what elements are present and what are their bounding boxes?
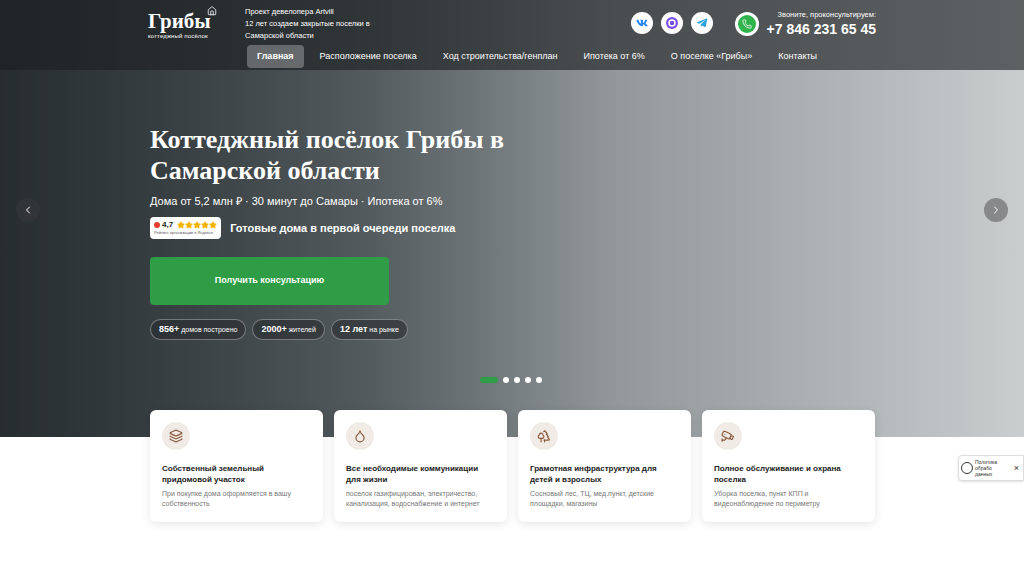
- drop-icon: [353, 429, 367, 443]
- feature-description: Сосновый лес, ТЦ, мед.пункт, детские пло…: [530, 489, 679, 509]
- feature-card: Все необходимые коммуникации для жизни по…: [334, 410, 507, 522]
- max-icon[interactable]: [661, 12, 683, 34]
- camera-icon: [721, 429, 735, 443]
- rating-badge[interactable]: 4,7Рейтинг организации в Яндексе: [150, 217, 221, 239]
- stat-pill: 2000+ жителей: [252, 319, 325, 340]
- nav-item[interactable]: Ход строительства/генплан: [433, 45, 568, 68]
- star-icon: [177, 221, 185, 229]
- cookie-widget[interactable]: Политика обрабо данных×: [958, 455, 1024, 481]
- main-nav: Главная Расположение поселка Ход строитель…: [0, 45, 1024, 68]
- hero-highlight: Готовые дома в первой очереди поселка: [230, 221, 455, 235]
- phone-circle[interactable]: [735, 12, 759, 36]
- star-icon: [185, 221, 193, 229]
- nav-item[interactable]: Контакты: [768, 45, 827, 68]
- developer-info: Проект девелопера Artvill12 лет создаем …: [245, 6, 405, 42]
- feature-card: Полное обслуживание и охрана поселка Убор…: [702, 410, 875, 522]
- hero-subtitle: Дома от 5,2 млн ₽ · 30 минут до Самары ·…: [150, 194, 442, 208]
- hero-content: Коттеджный посёлок Грибы в Самарской обл…: [0, 70, 1024, 340]
- prev-arrow[interactable]: [16, 198, 40, 222]
- feature-title: Все необходимые коммуникации для жизни: [346, 463, 495, 485]
- feature-title: Собственный земельный придомовой участок: [162, 463, 311, 485]
- contact: Звоните, проконсультируем:+7 846 231 65 …: [767, 10, 876, 38]
- pin-icon: [154, 222, 160, 228]
- hero: Грибыкоттеджный посёлокПроект девелопера…: [0, 0, 1024, 437]
- feature-card: Собственный земельный придомовой участок…: [150, 410, 323, 522]
- feature-description: При покупке дома оформляется в вашу собс…: [162, 489, 311, 509]
- chevron-left-icon: [22, 204, 34, 216]
- feature-card: Грамотная инфраструктура для детей и взр…: [518, 410, 691, 522]
- slide-dots: [480, 377, 542, 383]
- policy-icon: [961, 462, 973, 474]
- nav-item[interactable]: Расположение поселка: [310, 45, 427, 68]
- close-button[interactable]: ×: [1014, 463, 1021, 473]
- header: Грибыкоттеджный посёлокПроект девелопера…: [0, 0, 1024, 70]
- vk-icon[interactable]: [631, 12, 653, 34]
- telegram-icon[interactable]: [691, 12, 713, 34]
- star-icon: [209, 221, 217, 229]
- slide-dot[interactable]: [503, 377, 509, 383]
- chevron-right-icon: [990, 204, 1002, 216]
- nav-item[interactable]: О поселке «Грибы»: [661, 45, 762, 68]
- slide-dot[interactable]: [514, 377, 520, 383]
- slide-dot[interactable]: [536, 377, 542, 383]
- consult-button[interactable]: Получить консультацию: [150, 257, 389, 305]
- feature-title: Грамотная инфраструктура для детей и взр…: [530, 463, 679, 485]
- phone-number[interactable]: +7 846 231 65 45: [767, 20, 876, 38]
- stat-pill: 12 лет на рынке: [331, 319, 408, 340]
- slide-dot[interactable]: [480, 377, 498, 383]
- hero-title: Коттеджный посёлок Грибы в Самарской обл…: [150, 124, 530, 186]
- house-icon: [207, 6, 217, 16]
- feature-description: поселок газифицирован, электричество, ка…: [346, 489, 495, 509]
- social-links: [631, 6, 713, 34]
- trees-icon: [537, 429, 551, 443]
- feature-title: Полное обслуживание и охрана поселка: [714, 463, 863, 485]
- page: Грибыкоттеджный посёлокПроект девелопера…: [0, 0, 1024, 576]
- next-arrow[interactable]: [984, 198, 1008, 222]
- stat-pill: 856+ домов построено: [150, 319, 246, 340]
- nav-item[interactable]: Ипотека от 6%: [574, 45, 655, 68]
- star-icon: [201, 221, 209, 229]
- feature-description: Уборка поселка, пункт КПП и видеонаблюде…: [714, 489, 863, 509]
- features: Собственный земельный придомовой участок…: [0, 410, 1024, 522]
- nav-item[interactable]: Главная: [247, 45, 304, 68]
- logs-icon: [169, 429, 183, 443]
- slide-dot[interactable]: [525, 377, 531, 383]
- star-icon: [193, 221, 201, 229]
- logo[interactable]: Грибыкоттеджный посёлок: [148, 6, 245, 40]
- phone-icon: [742, 19, 752, 29]
